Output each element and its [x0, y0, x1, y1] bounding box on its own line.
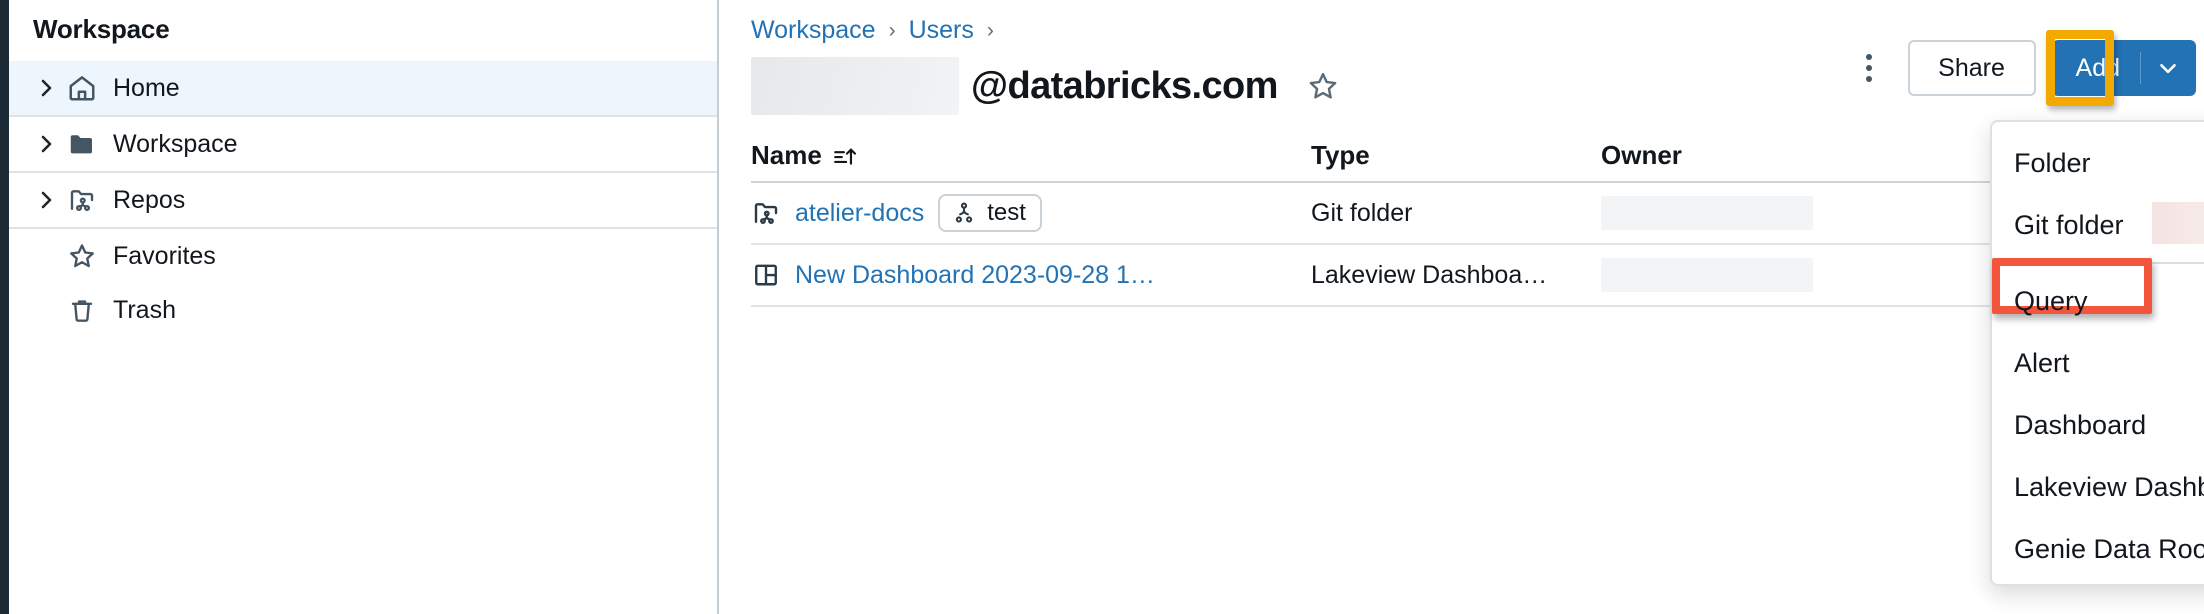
chevron-right-icon[interactable] — [39, 132, 67, 156]
cell-owner — [1601, 258, 1901, 292]
row-name-link[interactable]: atelier-docs — [795, 199, 924, 228]
menu-item-label: Dashboard — [2014, 409, 2147, 440]
sidebar-item-trash[interactable]: Trash — [9, 283, 717, 337]
trash-icon — [67, 295, 109, 325]
menu-item-lakeview-dashboard[interactable]: Lakeview Dashboard — [1992, 456, 2204, 518]
menu-item-dashboard[interactable]: Dashboard — [1992, 394, 2204, 456]
cell-owner — [1601, 196, 1901, 230]
page-title: @databricks.com — [971, 64, 1278, 107]
column-header-label: Name — [751, 140, 822, 170]
repo-icon — [67, 185, 109, 215]
menu-item-genie-data-room[interactable]: Genie Data Room — [1992, 518, 2204, 580]
star-icon — [67, 241, 109, 271]
chevron-right-icon[interactable] — [39, 188, 67, 212]
workspace-page: Workspace Home Workspace Repos Favorites… — [0, 0, 2204, 614]
menu-item-alert[interactable]: Alert — [1992, 332, 2204, 394]
sidebar-item-label: Trash — [113, 295, 176, 324]
more-vertical-icon[interactable] — [1846, 45, 1892, 91]
sidebar-item-label: Repos — [113, 185, 186, 214]
menu-item-label: Query — [2014, 285, 2088, 316]
chevron-right-icon[interactable] — [39, 76, 67, 100]
sidebar-item-label: Favorites — [113, 241, 216, 270]
star-outline-icon[interactable] — [1306, 69, 1340, 103]
column-header-owner[interactable]: Owner — [1601, 140, 1901, 171]
menu-item-label: Alert — [2014, 347, 2070, 378]
menu-divider — [2010, 262, 2204, 264]
column-header-type[interactable]: Type — [1311, 140, 1601, 171]
table-row[interactable]: atelier-docs test Git folder — [751, 183, 2111, 245]
redacted-owner — [1601, 196, 1813, 230]
menu-item-label: Folder — [2014, 147, 2091, 178]
menu-item-label: Lakeview Dashboard — [2014, 471, 2204, 502]
git-branch-icon — [951, 200, 977, 226]
cell-name: atelier-docs test — [751, 194, 1311, 232]
lakeview-dashboard-icon — [751, 260, 781, 290]
breadcrumb-separator: › — [888, 18, 896, 42]
main-content: Workspace › Users › @databricks.com Shar… — [719, 0, 2204, 614]
sidebar-item-home[interactable]: Home — [9, 61, 717, 117]
breadcrumb: Workspace › Users › — [719, 0, 2204, 45]
folder-icon — [67, 129, 109, 159]
menu-item-git-folder[interactable]: Git folder — [1992, 194, 2204, 256]
add-dropdown-toggle[interactable] — [2140, 40, 2196, 96]
sidebar-item-workspace[interactable]: Workspace — [9, 117, 717, 173]
breadcrumb-item-users[interactable]: Users — [909, 16, 974, 45]
table-header-row: Name Type Owner — [751, 125, 2111, 183]
redacted-owner — [1601, 258, 1813, 292]
header-actions: Share Add — [1846, 30, 2196, 106]
sidebar-title: Workspace — [33, 14, 170, 44]
add-dropdown-menu: Folder Git folder Query Alert Dashboard … — [1990, 120, 2204, 586]
sidebar-item-label: Workspace — [113, 129, 238, 158]
home-icon — [67, 73, 109, 103]
left-nav-rail — [0, 0, 9, 614]
sort-ascending-icon[interactable] — [832, 143, 858, 169]
add-button-group: Add — [2045, 30, 2196, 106]
menu-item-label: Genie Data Room — [2014, 533, 2204, 564]
branch-name: test — [987, 199, 1026, 226]
git-folder-icon — [751, 198, 781, 228]
menu-item-label: Git folder — [2014, 209, 2124, 240]
workspace-object-table: Name Type Owner atelier-docs test Git fo… — [751, 125, 2111, 307]
add-button[interactable]: Add — [2051, 40, 2140, 96]
sidebar-item-label: Home — [113, 73, 180, 102]
breadcrumb-separator: › — [986, 18, 994, 42]
table-row[interactable]: New Dashboard 2023-09-28 1… Lakeview Das… — [751, 245, 2111, 307]
breadcrumb-item-workspace[interactable]: Workspace — [751, 16, 876, 45]
share-button[interactable]: Share — [1907, 40, 2036, 96]
cell-type: Lakeview Dashboa… — [1311, 260, 1548, 289]
menu-item-folder[interactable]: Folder — [1992, 132, 2204, 194]
sidebar-item-repos[interactable]: Repos — [9, 173, 717, 229]
menu-item-query[interactable]: Query — [1992, 270, 2204, 332]
redacted-username — [751, 57, 959, 115]
cell-name: New Dashboard 2023-09-28 1… — [751, 260, 1311, 290]
column-header-name[interactable]: Name — [751, 140, 1311, 171]
sidebar-item-favorites[interactable]: Favorites — [9, 229, 717, 283]
row-name-link[interactable]: New Dashboard 2023-09-28 1… — [795, 261, 1155, 290]
cell-type: Git folder — [1311, 198, 1413, 227]
sidebar-nav-list: Home Workspace Repos Favorites Trash — [9, 61, 717, 337]
sidebar: Workspace Home Workspace Repos Favorites… — [9, 0, 719, 614]
git-branch-badge[interactable]: test — [938, 194, 1042, 232]
